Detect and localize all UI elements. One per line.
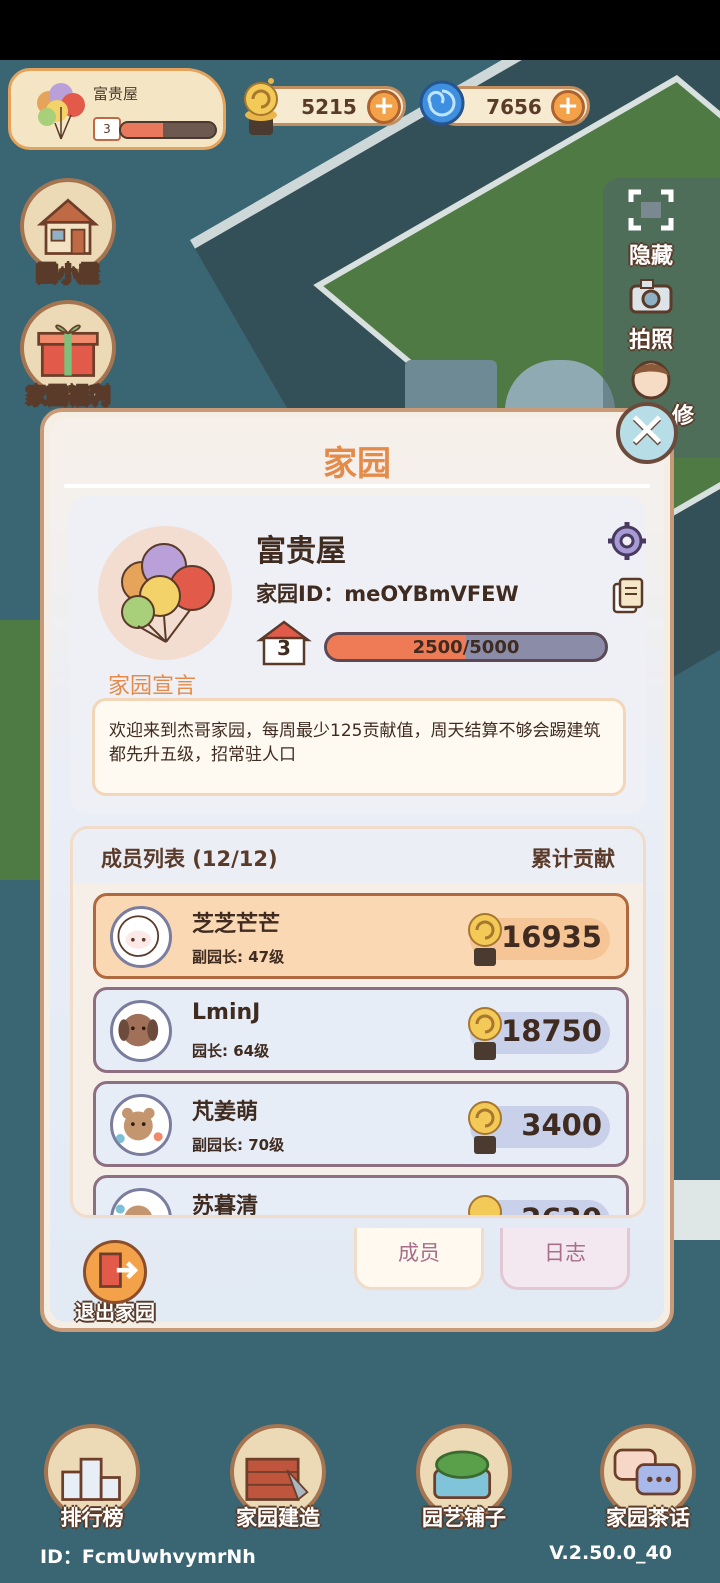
nav-rank[interactable]: 排行榜 (32, 1424, 152, 1532)
snail-trophy-icon (244, 78, 278, 135)
home-button[interactable]: 回小屋 (18, 178, 118, 288)
member-name: LminJ (192, 1000, 261, 1025)
gem-counter: 7656 + (419, 80, 590, 126)
xp-progress-bar: 2500/5000 (324, 632, 608, 662)
snail-trophy-icon (468, 1101, 502, 1154)
member-rank: 园长: 64级 (192, 1042, 270, 1060)
snail-trophy-icon (468, 1195, 502, 1215)
member-points: 3400 (521, 1108, 602, 1142)
declaration-text: 欢迎来到杰哥家园，每周最少125贡献值，周天结算不够会踢建筑都先升五级，招常驻人… (92, 698, 626, 796)
coin-counter: 5215 + (244, 78, 406, 135)
coin-value: 5215 (301, 95, 357, 119)
member-avatar (110, 1094, 172, 1156)
profile-progress-bar (119, 121, 217, 139)
member-rank: 副园长: 47级 (192, 948, 285, 966)
photo-button[interactable]: 拍照 (615, 276, 687, 354)
sheep-avatar-icon (117, 915, 160, 957)
profile-progress-fill (121, 123, 164, 137)
title-divider (64, 484, 650, 488)
member-avatar (110, 906, 172, 968)
nav-chat[interactable]: 家园茶话 (588, 1424, 708, 1532)
garden-id-label: 家园ID： (256, 582, 345, 606)
exit-door-icon (99, 1252, 139, 1288)
welfare-button-label: 家园福利 (26, 384, 111, 409)
swirl-orb-icon (419, 80, 465, 126)
member-list[interactable]: 成员列表 (12/12) 累计贡献 芝芝芒芒 副园长: 47级 16935 Lm… (70, 826, 646, 1218)
member-list-title: 成员列表 (12/12) (101, 847, 278, 871)
member-row[interactable]: 苏暮清 2630 (93, 1175, 629, 1218)
add-coins-button[interactable]: + (367, 90, 401, 124)
status-bar (0, 0, 720, 60)
bear-avatar-icon (115, 1204, 152, 1215)
member-row[interactable]: 芝芝芒芒 副园长: 47级 16935 (93, 893, 629, 979)
member-points: 2630 (521, 1202, 602, 1215)
member-name: 苏暮清 (192, 1194, 259, 1218)
welfare-button[interactable]: 家园福利 (18, 300, 118, 410)
garden-avatar (98, 526, 232, 660)
add-gems-button[interactable]: + (551, 90, 585, 124)
profile-card[interactable]: 富贵屋 3 (8, 68, 226, 150)
member-points: 16935 (501, 920, 602, 954)
hide-label: 隐藏 (628, 244, 673, 269)
gear-icon[interactable] (606, 520, 648, 562)
member-points: 18750 (501, 1014, 602, 1048)
garden-id-value: meOYBmVFEW (344, 582, 519, 606)
member-avatar (110, 1000, 172, 1062)
exit-garden-button[interactable]: 退出家园 (60, 1240, 170, 1325)
close-icon[interactable]: ✕ (616, 402, 678, 464)
exit-button-circle (83, 1240, 147, 1304)
profile-name: 富贵屋 (93, 85, 139, 103)
hide-button[interactable]: 隐藏 (615, 188, 687, 270)
version-text: V.2.50.0_40 (549, 1542, 672, 1564)
bear-avatar-icon (115, 1107, 163, 1144)
gift-icon (37, 324, 99, 377)
tab-members[interactable]: 成员 (354, 1228, 484, 1290)
gem-value: 7656 (486, 95, 542, 119)
photo-label: 拍照 (628, 328, 673, 353)
garden-panel-body: 家园 家园宣言 富贵屋 家园ID：meOYBmVFEW 3 2500/5000 … (50, 418, 664, 1322)
level-house-badge: 3 (256, 618, 312, 666)
balloons-icon (37, 83, 85, 140)
member-list-header: 成员列表 (12/12) 累计贡献 (73, 829, 643, 883)
garden-panel: 家园 家园宣言 富贵屋 家园ID：meOYBmVFEW 3 2500/5000 … (40, 408, 674, 1332)
dog-avatar-icon (118, 1013, 159, 1047)
camera-icon (629, 279, 673, 314)
panel-title: 家园 (323, 444, 391, 484)
copy-icon[interactable] (610, 576, 646, 616)
garden-id: 家园ID：meOYBmVFEW (256, 578, 519, 608)
member-rank: 副园长: 70级 (192, 1136, 285, 1154)
member-name: 芝芝芒芒 (192, 912, 281, 937)
member-avatar (110, 1188, 172, 1215)
member-row[interactable]: 芃姜萌 副园长: 70级 3400 (93, 1081, 629, 1167)
garden-level: 3 (277, 636, 291, 660)
member-name: 芃姜萌 (192, 1100, 259, 1125)
nav-build[interactable]: 家园建造 (218, 1424, 338, 1532)
nav-chat-label: 家园茶话 (606, 1506, 690, 1530)
nav-rank-label: 排行榜 (60, 1506, 124, 1530)
tab-log[interactable]: 日志 (500, 1228, 630, 1290)
home-button-label: 回小屋 (36, 262, 100, 287)
scan-frame-icon (628, 189, 674, 231)
member-row[interactable]: LminJ 园长: 64级 18750 (93, 987, 629, 1073)
declaration-label: 家园宣言 (108, 674, 197, 699)
character-face-icon (631, 360, 671, 400)
contribution-title: 累计贡献 (531, 847, 615, 871)
player-id: ID：FcmUwhvymrNh (40, 1546, 256, 1568)
nav-shop-label: 园艺铺子 (422, 1506, 506, 1530)
profile-level-badge: 3 (93, 117, 121, 141)
garden-name: 富贵屋 (256, 534, 346, 569)
balloons-icon (121, 543, 215, 643)
house-icon (36, 198, 100, 255)
nav-build-label: 家园建造 (236, 1506, 320, 1530)
nav-shop[interactable]: 园艺铺子 (404, 1424, 524, 1532)
xp-text: 2500/5000 (412, 637, 520, 658)
